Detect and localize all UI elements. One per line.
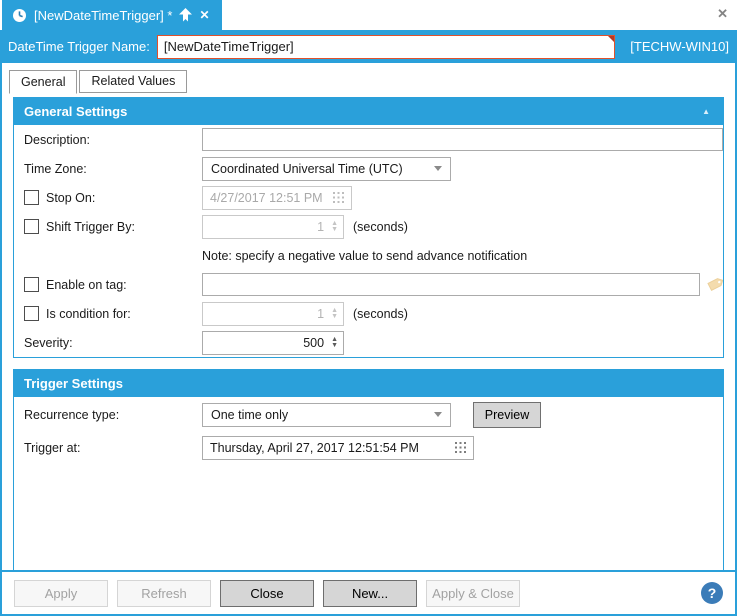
help-icon[interactable]: ? bbox=[701, 582, 723, 604]
document-tab-strip: [NewDateTimeTrigger] * ✕ ✕ bbox=[0, 0, 737, 30]
spinner-arrows-icon[interactable]: ▲▼ bbox=[331, 221, 338, 233]
refresh-button[interactable]: Refresh bbox=[117, 580, 211, 607]
shift-trigger-label: Shift Trigger By: bbox=[46, 220, 135, 234]
stop-on-value: 4/27/2017 12:51 PM bbox=[210, 191, 327, 205]
document-tab-title: [NewDateTimeTrigger] * bbox=[34, 8, 172, 23]
tab-related-values[interactable]: Related Values bbox=[79, 70, 187, 93]
trigger-name-label: DateTime Trigger Name: bbox=[8, 39, 150, 54]
description-input[interactable] bbox=[202, 128, 723, 151]
spinner-arrows-icon[interactable]: ▲▼ bbox=[331, 337, 338, 349]
tab-close-icon[interactable]: ✕ bbox=[199, 9, 209, 21]
apply-button[interactable]: Apply bbox=[14, 580, 108, 607]
severity-spinner[interactable]: 500 ▲▼ bbox=[202, 331, 344, 355]
description-label: Description: bbox=[24, 133, 202, 147]
timezone-row: Time Zone: Coordinated Universal Time (U… bbox=[14, 154, 723, 183]
document-tab[interactable]: [NewDateTimeTrigger] * ✕ bbox=[2, 0, 222, 30]
trigger-at-datepicker[interactable]: Thursday, April 27, 2017 12:51:54 PM bbox=[202, 436, 474, 460]
timezone-label: Time Zone: bbox=[24, 162, 202, 176]
general-settings-header: General Settings ▲ bbox=[14, 98, 723, 125]
severity-value: 500 bbox=[209, 336, 331, 350]
chevron-down-icon bbox=[434, 166, 442, 171]
trigger-at-value: Thursday, April 27, 2017 12:51:54 PM bbox=[210, 441, 449, 455]
note-row: Note: specify a negative value to send a… bbox=[14, 241, 723, 270]
clock-icon bbox=[12, 8, 27, 23]
stop-on-row: Stop On: 4/27/2017 12:51 PM bbox=[14, 183, 723, 212]
float-window-icon[interactable] bbox=[179, 8, 192, 22]
shift-trigger-unit: (seconds) bbox=[353, 220, 408, 234]
trigger-at-row: Trigger at: Thursday, April 27, 2017 12:… bbox=[14, 432, 723, 463]
recurrence-value: One time only bbox=[211, 408, 434, 422]
recurrence-row: Recurrence type: One time only Preview bbox=[14, 399, 723, 430]
tab-general[interactable]: General bbox=[9, 70, 77, 94]
is-condition-row: Is condition for: 1 ▲▼ (seconds) bbox=[14, 299, 723, 328]
footer-button-bar: Apply Refresh Close New... Apply & Close… bbox=[0, 570, 737, 616]
trigger-at-label: Trigger at: bbox=[24, 441, 202, 455]
host-machine-label: [TECHW-WIN10] bbox=[630, 39, 729, 54]
is-condition-spinner[interactable]: 1 ▲▼ bbox=[202, 302, 344, 326]
datetime-trigger-editor-window: [NewDateTimeTrigger] * ✕ ✕ DateTime Trig… bbox=[0, 0, 737, 616]
recurrence-label: Recurrence type: bbox=[24, 408, 202, 422]
enable-on-tag-row: Enable on tag: bbox=[14, 270, 723, 299]
tag-icon[interactable] bbox=[706, 276, 723, 293]
is-condition-value: 1 bbox=[209, 307, 331, 321]
window-close-icon[interactable]: ✕ bbox=[717, 7, 728, 20]
negative-value-note: Note: specify a negative value to send a… bbox=[202, 249, 527, 263]
chevron-down-icon bbox=[434, 412, 442, 417]
content-area: General Related Values General Settings … bbox=[0, 63, 737, 570]
recurrence-dropdown[interactable]: One time only bbox=[202, 403, 451, 427]
enable-on-tag-label: Enable on tag: bbox=[46, 278, 127, 292]
general-settings-title: General Settings bbox=[24, 104, 127, 119]
shift-trigger-row: Shift Trigger By: 1 ▲▼ (seconds) bbox=[14, 212, 723, 241]
is-condition-unit: (seconds) bbox=[353, 307, 408, 321]
shift-trigger-value: 1 bbox=[209, 220, 331, 234]
calendar-grid-icon bbox=[455, 442, 466, 453]
shift-trigger-checkbox[interactable] bbox=[24, 219, 39, 234]
calendar-grid-icon bbox=[333, 192, 344, 203]
close-button[interactable]: Close bbox=[220, 580, 314, 607]
timezone-dropdown[interactable]: Coordinated Universal Time (UTC) bbox=[202, 157, 451, 181]
trigger-name-field-wrap bbox=[157, 35, 615, 59]
trigger-settings-header: Trigger Settings bbox=[14, 370, 723, 397]
severity-row: Severity: 500 ▲▼ bbox=[14, 328, 723, 357]
timezone-value: Coordinated Universal Time (UTC) bbox=[211, 162, 434, 176]
is-condition-label: Is condition for: bbox=[46, 307, 131, 321]
stop-on-datepicker[interactable]: 4/27/2017 12:51 PM bbox=[202, 186, 352, 210]
new-button[interactable]: New... bbox=[323, 580, 417, 607]
stop-on-checkbox[interactable] bbox=[24, 190, 39, 205]
general-settings-panel: General Settings ▲ Description: Time Zon… bbox=[13, 97, 724, 358]
enable-on-tag-input[interactable] bbox=[202, 273, 700, 296]
description-row: Description: bbox=[14, 125, 723, 154]
name-bar: DateTime Trigger Name: [TECHW-WIN10] bbox=[0, 30, 737, 63]
stop-on-label: Stop On: bbox=[46, 191, 95, 205]
severity-label: Severity: bbox=[24, 336, 202, 350]
enable-on-tag-checkbox[interactable] bbox=[24, 277, 39, 292]
is-condition-checkbox[interactable] bbox=[24, 306, 39, 321]
shift-trigger-spinner[interactable]: 1 ▲▼ bbox=[202, 215, 344, 239]
apply-and-close-button[interactable]: Apply & Close bbox=[426, 580, 520, 607]
tab-bar: General Related Values bbox=[9, 68, 735, 93]
trigger-settings-panel: Trigger Settings Recurrence type: One ti… bbox=[13, 369, 724, 572]
trigger-settings-title: Trigger Settings bbox=[24, 376, 123, 391]
preview-button[interactable]: Preview bbox=[473, 402, 541, 428]
validation-error-marker bbox=[608, 36, 614, 42]
spinner-arrows-icon[interactable]: ▲▼ bbox=[331, 308, 338, 320]
collapse-section-icon[interactable]: ▲ bbox=[702, 107, 710, 116]
trigger-name-input[interactable] bbox=[157, 35, 615, 59]
